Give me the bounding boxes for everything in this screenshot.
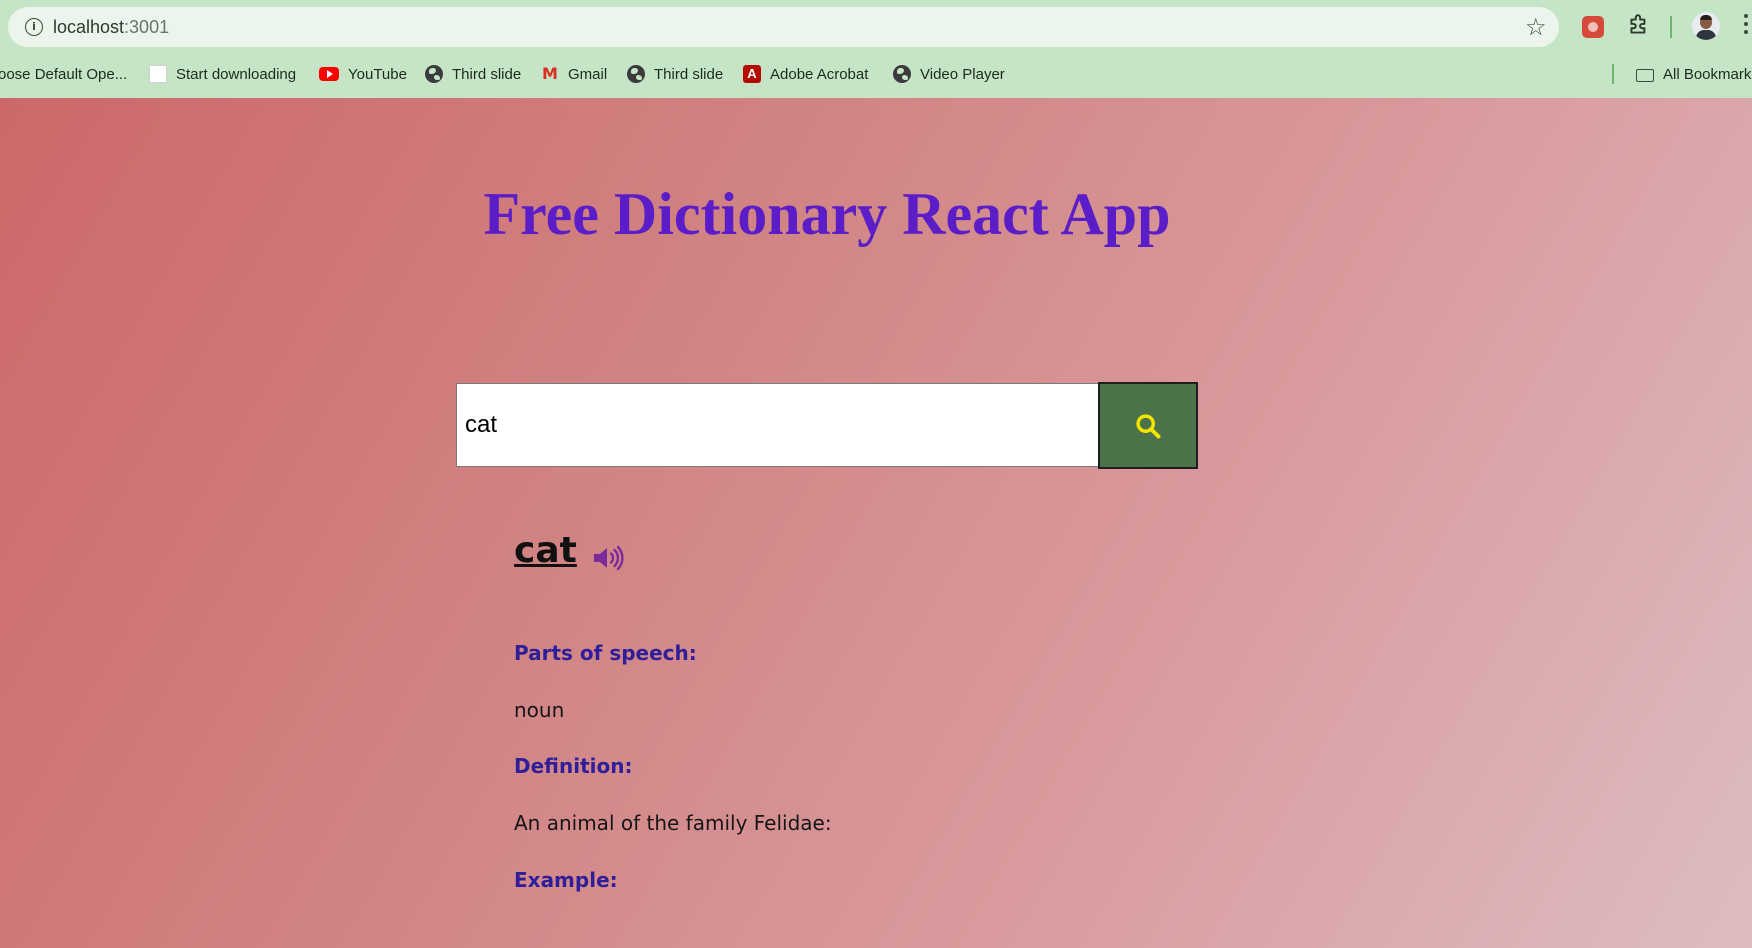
app-title: Free Dictionary React App xyxy=(483,181,1171,247)
definition-value: An animal of the family Felidae: xyxy=(514,811,832,835)
bookmark-item[interactable]: oose Default Ope... xyxy=(0,63,127,85)
browser-chrome: i localhost:3001 ☆ oose Default Ope... S… xyxy=(0,0,1752,98)
parts-of-speech-label: Parts of speech: xyxy=(514,641,697,665)
all-bookmarks-button[interactable]: All Bookmarks xyxy=(1636,63,1752,85)
bookmarks-divider xyxy=(1612,64,1614,84)
bookmark-label: Third slide xyxy=(654,65,724,83)
bookmark-item[interactable]: Video Player xyxy=(893,63,1005,85)
bookmark-label: Gmail xyxy=(568,65,608,83)
parts-of-speech-value: noun xyxy=(514,698,565,722)
profile-avatar[interactable] xyxy=(1692,12,1720,40)
search-button[interactable] xyxy=(1098,382,1198,469)
youtube-icon xyxy=(319,67,339,81)
gmail-icon: M xyxy=(542,64,558,83)
definition-label: Definition: xyxy=(514,754,633,778)
url-text[interactable]: localhost:3001 xyxy=(53,17,169,38)
address-bar[interactable]: i localhost:3001 ☆ xyxy=(8,7,1559,47)
speaker-icon[interactable] xyxy=(592,545,624,571)
page-content: Free Dictionary React App cat Parts of s… xyxy=(0,98,1752,948)
url-port: :3001 xyxy=(124,17,170,37)
bookmark-label: Video Player xyxy=(920,65,1005,83)
site-info-icon[interactable]: i xyxy=(25,18,43,36)
bookmarks-bar: oose Default Ope... Start downloading Yo… xyxy=(0,56,1752,92)
bookmark-label: Third slide xyxy=(452,65,522,83)
example-label: Example: xyxy=(514,868,618,892)
globe-icon xyxy=(893,65,911,83)
search-input[interactable] xyxy=(456,383,1099,467)
bookmark-item[interactable]: M Gmail xyxy=(541,63,607,85)
bookmark-label: Adobe Acrobat xyxy=(770,65,869,83)
all-bookmarks-label: All Bookmarks xyxy=(1663,65,1752,83)
search-icon xyxy=(1136,413,1161,438)
folder-icon xyxy=(1636,68,1654,82)
extension-icon[interactable] xyxy=(1582,16,1604,38)
toolbar-divider xyxy=(1670,16,1672,38)
browser-menu-icon[interactable] xyxy=(1744,14,1752,38)
bookmark-item[interactable]: Start downloading xyxy=(149,63,296,85)
bookmark-label: Start downloading xyxy=(176,65,297,83)
result-word: cat xyxy=(514,530,577,571)
acrobat-icon xyxy=(743,65,761,83)
extensions-puzzle-icon[interactable] xyxy=(1626,12,1652,38)
bookmark-label: oose Default Ope... xyxy=(0,65,128,83)
bookmark-item[interactable]: Adobe Acrobat xyxy=(743,63,868,85)
blank-page-icon xyxy=(149,65,167,83)
globe-icon xyxy=(627,65,645,83)
globe-icon xyxy=(425,65,443,83)
bookmark-item[interactable]: Third slide xyxy=(425,63,521,85)
bookmark-label: YouTube xyxy=(348,65,407,83)
url-host: localhost xyxy=(53,17,125,37)
bookmark-item[interactable]: YouTube xyxy=(319,63,407,85)
bookmark-item[interactable]: Third slide xyxy=(627,63,723,85)
bookmark-star-icon[interactable]: ☆ xyxy=(1525,13,1547,41)
